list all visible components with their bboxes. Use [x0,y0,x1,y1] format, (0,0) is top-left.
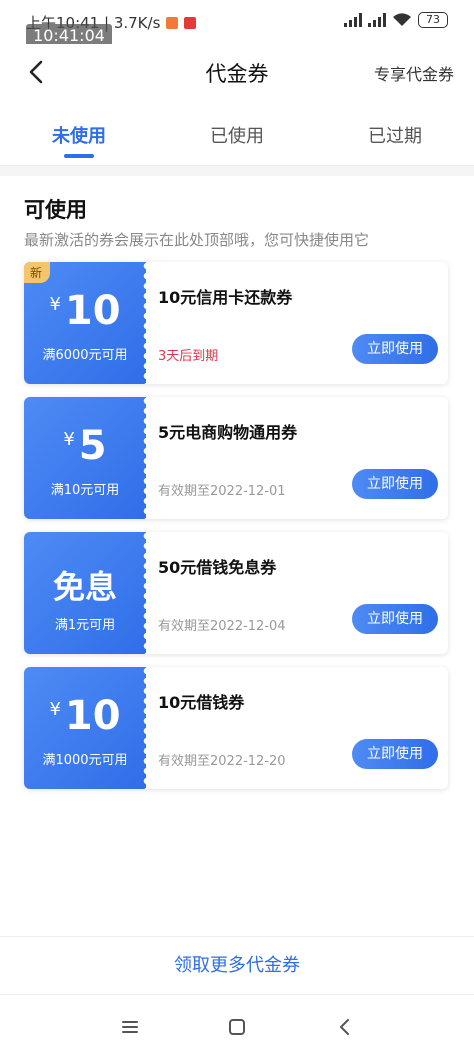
coupon-list-panel: 可使用 最新激活的券会展示在此处顶部哦，您可快捷使用它 新 ¥10 满6000元… [0,176,474,936]
coupon-expiry: 有效期至2022-12-01 [158,484,286,499]
coupon-value-panel: 免息 满1元可用 [24,532,147,654]
use-now-button[interactable]: 立即使用 [352,334,438,364]
coupon-condition: 满6000元可用 [42,348,128,363]
tab-used[interactable]: 已使用 [182,122,292,148]
signal-icon-2 [368,13,386,27]
coupon-value-panel: 新 ¥10 满6000元可用 [24,262,147,384]
exclusive-coupons-link[interactable]: 专享代金券 [374,61,454,85]
battery-indicator: 73 [418,12,448,28]
coupon-amount-value: 5 [78,423,107,469]
coupon-value-panel: ¥5 满10元可用 [24,397,147,519]
tab-active-indicator [64,154,94,158]
header: 代金券 专享代金券 [0,44,474,100]
coupon-expiry: 有效期至2022-12-20 [158,754,286,769]
coupon-name: 50元借钱免息券 [158,558,277,577]
coupon-card[interactable]: 新 ¥10 满6000元可用 10元信用卡还款券 3天后到期 立即使用 [24,262,448,384]
coupon-value-panel: ¥10 满1000元可用 [24,667,147,789]
coupon-amount: ¥10 [24,288,146,338]
back-icon[interactable] [333,1015,357,1039]
use-now-button[interactable]: 立即使用 [352,604,438,634]
status-right: 73 [344,12,448,28]
new-badge: 新 [24,262,51,283]
coupon-card[interactable]: ¥5 满10元可用 5元电商购物通用券 有效期至2022-12-01 立即使用 [24,397,448,519]
coupon-name: 5元电商购物通用券 [158,423,298,442]
wifi-icon [393,13,411,26]
notification-icon [166,16,179,29]
coupon-name: 10元信用卡还款券 [158,288,293,307]
section-description: 最新激活的券会展示在此处顶部哦，您可快捷使用它 [24,231,370,249]
coupon-condition: 满10元可用 [50,483,120,498]
signal-icon [344,13,362,27]
coupon-card[interactable]: 免息 满1元可用 50元借钱免息券 有效期至2022-12-04 立即使用 [24,532,448,654]
coupon-condition: 满1000元可用 [42,753,128,768]
coupon-amount: ¥5 [24,423,146,473]
coupon-amount-value: 10 [64,693,121,739]
app-notification-icon [184,16,197,29]
coupon-expiry: 3天后到期 [158,349,219,364]
menu-icon[interactable] [118,1015,142,1039]
status-bar: 上午10:41 | 3.7K/s 10:41:04 73 [0,0,474,48]
use-now-button[interactable]: 立即使用 [352,469,438,499]
tab-unused[interactable]: 未使用 [24,122,134,148]
coupon-condition: 满1元可用 [54,618,116,633]
section-title: 可使用 [24,198,87,222]
get-more-coupons-link[interactable]: 领取更多代金券 [0,936,474,994]
coupon-card[interactable]: ¥10 满1000元可用 10元借钱券 有效期至2022-12-20 立即使用 [24,667,448,789]
coupon-amount-text: 免息 [52,568,117,606]
coupon-name: 10元借钱券 [158,693,245,712]
currency-symbol: ¥ [49,294,61,315]
coupon-amount-value: 10 [64,288,121,334]
system-nav-bar [0,994,474,1053]
tab-expired[interactable]: 已过期 [340,122,450,148]
currency-symbol: ¥ [49,699,61,720]
home-icon[interactable] [225,1015,249,1039]
currency-symbol: ¥ [63,429,75,450]
coupon-expiry: 有效期至2022-12-04 [158,619,286,634]
use-now-button[interactable]: 立即使用 [352,739,438,769]
coupon-amount: ¥10 [24,693,146,743]
